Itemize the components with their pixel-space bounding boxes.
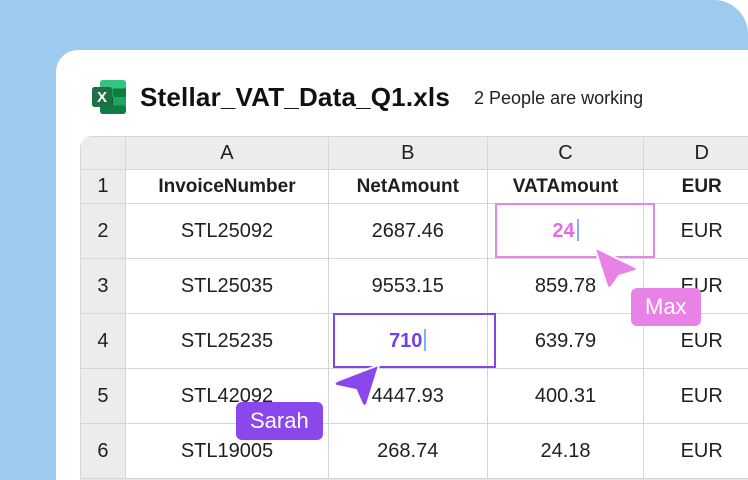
cell-c1[interactable]: VATAmount — [486, 169, 645, 204]
file-header: X Stellar_VAT_Data_Q1.xls 2 People are w… — [90, 76, 643, 118]
excel-icon-letter: X — [97, 89, 107, 106]
text-caret — [576, 219, 579, 241]
cell-a2[interactable]: STL25092 — [124, 203, 329, 259]
row-header-3[interactable]: 3 — [80, 258, 126, 314]
cell-d1[interactable]: EUR — [643, 169, 748, 204]
column-header-row: A B C D — [80, 136, 748, 170]
max-name-tag: Max — [631, 288, 701, 326]
column-header-d[interactable]: D — [643, 136, 748, 170]
column-header-c[interactable]: C — [486, 136, 645, 170]
row-header-5[interactable]: 5 — [80, 368, 126, 424]
cell-a3[interactable]: STL25035 — [124, 258, 329, 314]
excel-icon: X — [90, 78, 128, 116]
file-title: Stellar_VAT_Data_Q1.xls — [140, 81, 451, 112]
column-header-b[interactable]: B — [327, 136, 488, 170]
cell-a4[interactable]: STL25235 — [124, 313, 329, 369]
row-header-1[interactable]: 1 — [80, 169, 126, 204]
cell-d5[interactable]: EUR — [643, 368, 748, 424]
spreadsheet-card: X Stellar_VAT_Data_Q1.xls 2 People are w… — [56, 50, 748, 480]
cell-b2[interactable]: 2687.46 — [327, 203, 488, 259]
table-row: 1 InvoiceNumber NetAmount VATAmount EUR — [80, 169, 748, 204]
cell-d6[interactable]: EUR — [643, 423, 748, 479]
cell-b4[interactable]: 710 — [327, 313, 488, 369]
row-header-2[interactable]: 2 — [80, 203, 126, 259]
column-header-a[interactable]: A — [124, 136, 329, 170]
select-all-corner[interactable] — [80, 136, 126, 170]
cell-a1[interactable]: InvoiceNumber — [124, 169, 329, 204]
cell-c4[interactable]: 639.79 — [486, 313, 645, 369]
cell-b4-editing-value: 710 — [389, 330, 423, 352]
sarah-name-tag: Sarah — [236, 402, 323, 440]
cell-b6[interactable]: 268.74 — [327, 423, 488, 479]
cell-c5[interactable]: 400.31 — [486, 368, 645, 424]
text-caret — [424, 329, 427, 351]
table-row: 2 STL25092 2687.46 24 EUR — [80, 203, 748, 259]
cell-c6[interactable]: 24.18 — [486, 423, 645, 479]
row-header-4[interactable]: 4 — [80, 313, 126, 369]
cell-c3[interactable]: 859.78 — [486, 258, 645, 314]
cell-b3[interactable]: 9553.15 — [327, 258, 488, 314]
cell-c2[interactable]: 24 — [486, 203, 645, 259]
cell-c2-editing-value: 24 — [552, 220, 575, 242]
collaborators-status: 2 People are working — [474, 87, 644, 108]
row-header-6[interactable]: 6 — [80, 423, 126, 479]
cell-b5[interactable]: 4447.93 — [327, 368, 488, 424]
cell-b1[interactable]: NetAmount — [327, 169, 488, 204]
cell-d2[interactable]: EUR — [643, 203, 748, 259]
table-row: 5 STL42092 4447.93 400.31 EUR — [80, 368, 748, 424]
table-row: 6 STL19005 268.74 24.18 EUR — [80, 423, 748, 479]
